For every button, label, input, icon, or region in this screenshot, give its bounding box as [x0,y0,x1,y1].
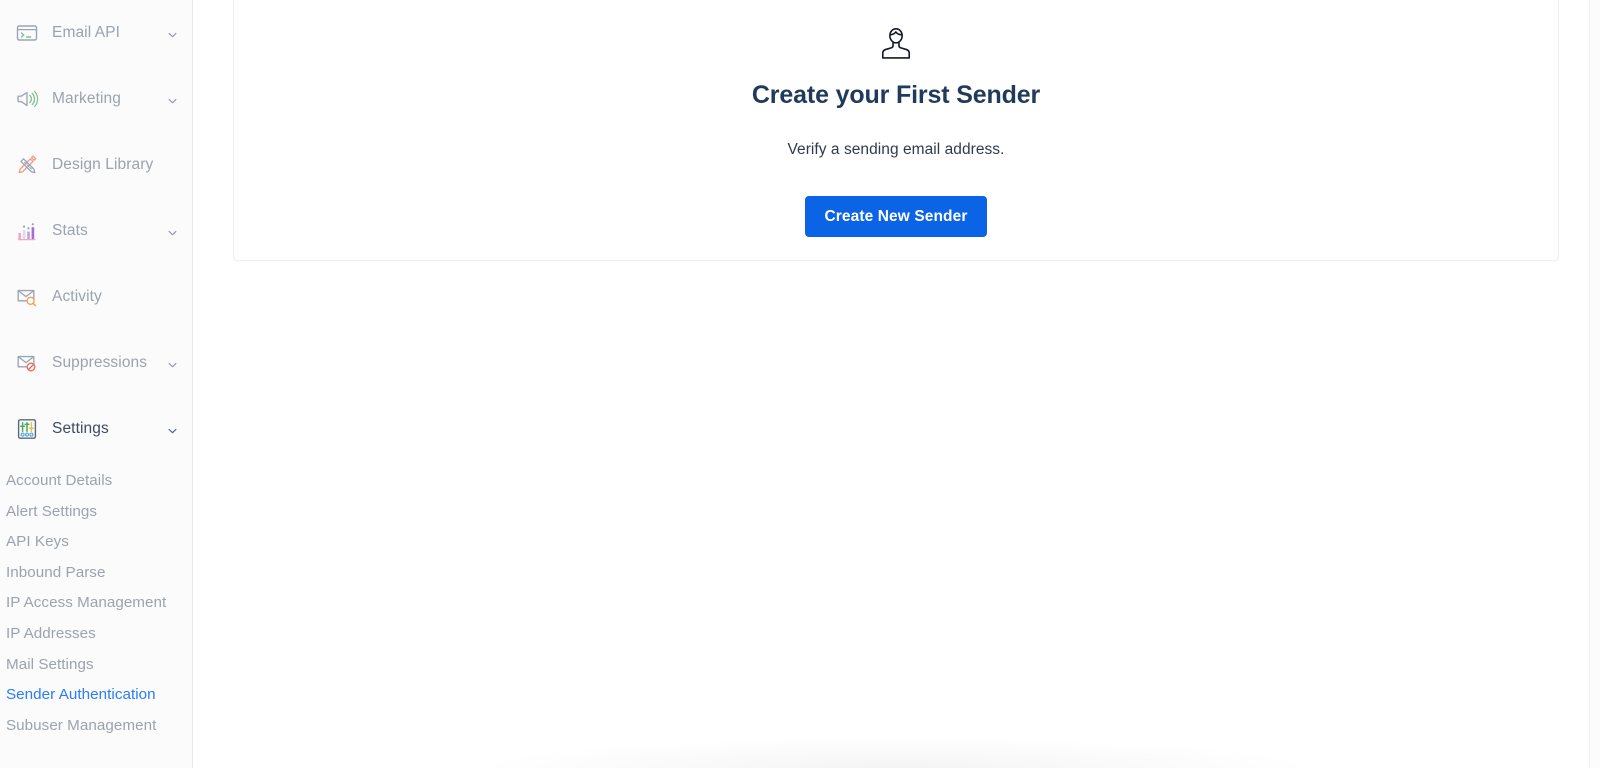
sidebar-item-activity[interactable]: Activity [0,264,192,330]
subnav-item-ip-access-management[interactable]: IP Access Management [0,588,192,619]
chevron-down-icon [167,424,178,435]
sidebar-item-marketing[interactable]: Marketing [0,66,192,132]
sidebar-item-suppressions[interactable]: Suppressions [0,330,192,396]
page-scrollbar[interactable] [1589,0,1600,768]
sidebar-primary-nav: Email API Marketing Design Library Stats… [0,0,192,462]
sidebar-item-label: Stats [52,222,88,239]
chevron-down-icon [167,358,178,369]
app-root: Email API Marketing Design Library Stats… [0,0,1600,768]
create-new-sender-button[interactable]: Create New Sender [804,196,988,238]
sidebar-item-design-library[interactable]: Design Library [0,132,192,198]
megaphone-icon [14,86,40,112]
subnav-item-account-details[interactable]: Account Details [0,466,192,497]
sidebar-item-email-api[interactable]: Email API [0,0,192,66]
subnav-item-alert-settings[interactable]: Alert Settings [0,497,192,528]
sender-empty-state-card: Create your First Sender Verify a sendin… [233,0,1559,261]
chevron-down-icon [167,28,178,39]
sidebar-item-label: Activity [52,288,102,305]
subnav-item-api-keys[interactable]: API Keys [0,527,192,558]
chevron-down-icon [167,226,178,237]
terminal-icon [14,20,40,46]
bar-chart-icon [14,218,40,244]
page-title: Create your First Sender [751,81,1041,109]
subnav-item-subuser-management[interactable]: Subuser Management [0,711,192,742]
chevron-down-icon [167,94,178,105]
sidebar-item-label: Email API [52,24,121,41]
settings-submenu: Account Details Alert Settings API Keys … [0,462,192,741]
subnav-item-sender-authentication[interactable]: Sender Authentication [0,680,192,711]
bottom-shadow [193,722,1600,768]
person-avatar-icon [873,21,919,67]
sidebar-item-label: Settings [52,420,109,437]
subnav-item-inbound-parse[interactable]: Inbound Parse [0,558,192,589]
sidebar-item-label: Marketing [52,90,121,107]
sidebar-item-label: Design Library [52,156,154,173]
sliders-icon [14,416,40,442]
page-subtitle: Verify a sending email address. [787,140,1005,158]
sidebar: Email API Marketing Design Library Stats… [0,0,193,768]
sidebar-item-label: Suppressions [52,354,148,371]
subnav-item-ip-addresses[interactable]: IP Addresses [0,619,192,650]
envelope-search-icon [14,284,40,310]
main-content: Create your First Sender Verify a sendin… [193,0,1600,768]
pencil-ruler-icon [14,152,40,178]
subnav-item-mail-settings[interactable]: Mail Settings [0,650,192,681]
sidebar-item-settings[interactable]: Settings [0,396,192,462]
sidebar-item-stats[interactable]: Stats [0,198,192,264]
envelope-block-icon [14,350,40,376]
